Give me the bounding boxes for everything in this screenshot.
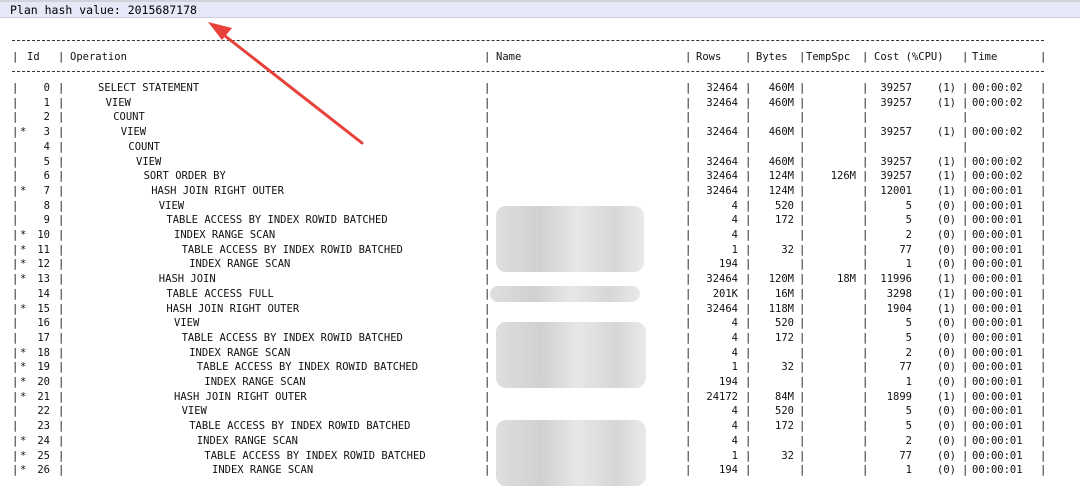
annotation-arrow-line <box>218 30 364 145</box>
annotation-arrow-icon <box>208 22 364 145</box>
